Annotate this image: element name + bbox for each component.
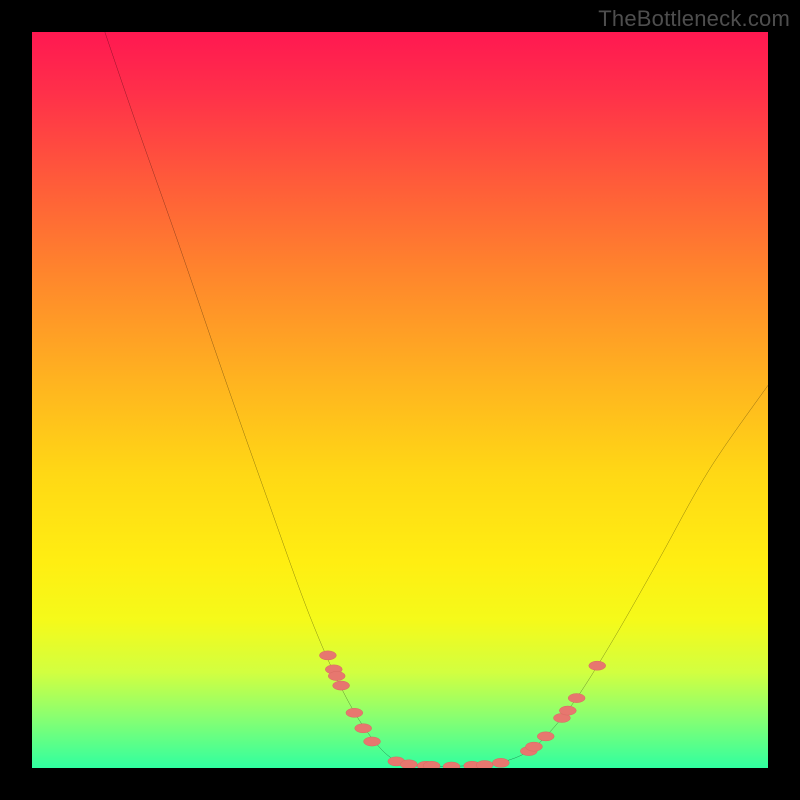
data-marker	[537, 732, 554, 741]
data-marker	[525, 742, 542, 751]
data-marker	[328, 671, 345, 680]
marker-layer	[32, 32, 768, 768]
data-marker	[443, 762, 460, 768]
data-marker	[333, 681, 350, 690]
marker-group	[319, 651, 605, 768]
watermark-text: TheBottleneck.com	[598, 6, 790, 32]
data-marker	[476, 760, 493, 768]
data-marker	[568, 694, 585, 703]
data-marker	[346, 708, 363, 717]
data-marker	[589, 661, 606, 670]
data-marker	[364, 737, 381, 746]
chart-frame: TheBottleneck.com	[0, 0, 800, 800]
data-marker	[559, 706, 576, 715]
plot-area	[32, 32, 768, 768]
data-marker	[319, 651, 336, 660]
data-marker	[492, 758, 509, 767]
data-marker	[400, 760, 417, 768]
data-marker	[355, 724, 372, 733]
